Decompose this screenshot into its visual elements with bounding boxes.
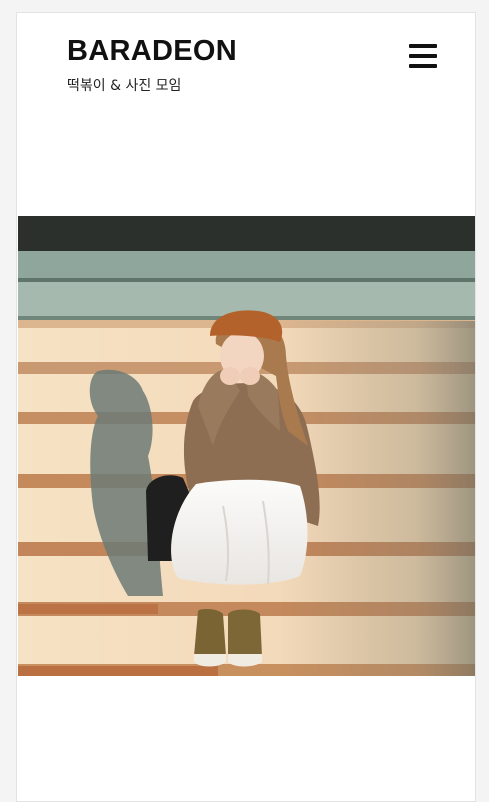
page-frame: BARADEON 떡볶이 & 사진 모임 xyxy=(16,12,476,802)
site-title[interactable]: BARADEON xyxy=(67,37,237,66)
menu-bar-top xyxy=(409,44,437,48)
scrollbar[interactable] xyxy=(475,31,476,186)
skirt xyxy=(171,479,308,585)
hamburger-menu-icon[interactable] xyxy=(409,43,439,69)
site-subtitle: 떡볶이 & 사진 모임 xyxy=(67,78,182,94)
photo-top-band xyxy=(18,216,475,251)
menu-bar-bottom xyxy=(409,64,437,68)
menu-bar-middle xyxy=(409,54,437,58)
post-photo[interactable] xyxy=(18,216,476,676)
photo-step xyxy=(18,251,475,281)
